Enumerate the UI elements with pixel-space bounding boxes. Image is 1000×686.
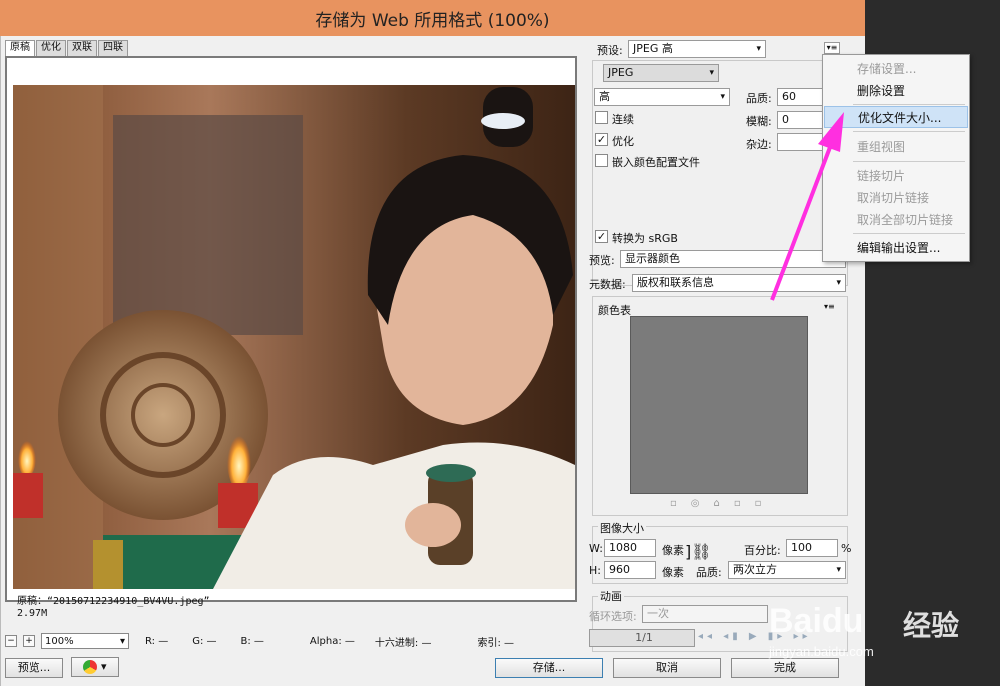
loop-value: 一次 xyxy=(647,607,669,620)
optimized-checkbox[interactable]: ✓ xyxy=(595,133,608,146)
green-readout: G: — xyxy=(192,635,217,647)
resample-label: 品质: xyxy=(696,566,722,579)
image-size-title: 图像大小 xyxy=(598,520,646,536)
width-label: W: xyxy=(589,542,603,555)
height-input[interactable]: 960 xyxy=(604,561,656,579)
chevron-down-icon: ▾ xyxy=(119,635,125,647)
embed-profile-label: 嵌入颜色配置文件 xyxy=(612,156,700,169)
quality-preset-select[interactable]: 高 ▾ xyxy=(594,88,730,106)
format-select[interactable]: JPEG ▾ xyxy=(603,64,719,82)
blue-readout: B: — xyxy=(240,635,264,647)
embed-profile-checkbox[interactable] xyxy=(595,154,608,167)
baidu-watermark: Baidu 经验 jingyan.baidu.com xyxy=(765,598,1000,664)
chevron-down-icon: ▾ xyxy=(756,44,761,54)
menu-save-settings[interactable]: 存储设置... xyxy=(824,58,968,80)
metadata-label: 元数据: xyxy=(589,278,626,291)
width-value: 1080 xyxy=(609,541,637,554)
watermark-brand: Baidu xyxy=(769,602,864,640)
height-unit: 像素 xyxy=(662,566,684,579)
percent-unit: % xyxy=(841,542,852,555)
window-title: 存储为 Web 所用格式 (100%) xyxy=(315,11,550,31)
percent-label: 百分比: xyxy=(744,544,781,557)
hex-readout: 十六进制: — xyxy=(374,637,432,649)
animation-title: 动画 xyxy=(598,588,624,604)
tab-original[interactable]: 原稿 xyxy=(5,40,35,56)
image-preview-frame: 原稿：“20150712234910_BV4VU.jpeg” 2.97M xyxy=(5,56,577,619)
preset-label: 预设: xyxy=(597,44,623,57)
preview-mode-label: 预览: xyxy=(589,254,615,267)
annotation-arrow-icon xyxy=(770,112,844,301)
preview-mode-value: 显示器颜色 xyxy=(625,252,680,265)
zoom-out-button[interactable]: − xyxy=(5,635,17,647)
preview-button[interactable]: 预览... xyxy=(5,658,63,678)
preset-select[interactable]: JPEG 高 ▾ xyxy=(628,40,766,58)
resample-select[interactable]: 两次立方 ▾ xyxy=(728,561,846,579)
quality-input[interactable]: 60 xyxy=(777,88,825,106)
preset-value: JPEG 高 xyxy=(633,42,673,55)
status-bar: − + 100% ▾ R: — G: — B: — Alpha: — 十六进制: … xyxy=(5,632,577,650)
metadata-value: 版权和联系信息 xyxy=(637,276,714,289)
view-tabs: 原稿 优化 双联 四联 xyxy=(5,40,129,56)
convert-srgb-label: 转换为 sRGB xyxy=(612,232,678,245)
chevron-down-icon: ▾ xyxy=(709,68,714,78)
tab-optimized[interactable]: 优化 xyxy=(36,40,66,56)
chevron-down-icon: ▾ xyxy=(720,92,725,102)
color-table[interactable] xyxy=(630,316,808,494)
format-value: JPEG xyxy=(608,66,634,79)
browser-icon xyxy=(83,660,98,674)
settings-menu-button[interactable]: ▾≡ xyxy=(824,42,840,54)
progressive-label: 连续 xyxy=(612,113,634,126)
constrain-proportions-icon[interactable]: ]⛓ xyxy=(685,542,712,561)
color-table-title: 颜色表 xyxy=(598,304,631,317)
height-label: H: xyxy=(589,564,601,577)
image-filesize: 2.97M xyxy=(17,608,48,619)
red-readout: R: — xyxy=(145,635,169,647)
quality-value: 60 xyxy=(782,90,796,103)
optimized-label: 优化 xyxy=(612,135,634,148)
percent-input[interactable]: 100 xyxy=(786,539,838,557)
watermark-brand-cn: 经验 xyxy=(903,609,960,642)
browser-select[interactable]: ▾ xyxy=(71,657,119,677)
width-input[interactable]: 1080 xyxy=(604,539,656,557)
percent-value: 100 xyxy=(791,541,812,554)
index-readout: 索引: — xyxy=(477,637,515,649)
height-value: 960 xyxy=(609,563,630,576)
zoom-select[interactable]: 100% ▾ xyxy=(41,633,129,649)
convert-srgb-checkbox[interactable]: ✓ xyxy=(595,230,608,243)
watermark-url: jingyan.baidu.com xyxy=(769,644,874,659)
image-info: 原稿：“20150712234910_BV4VU.jpeg” 2.97M xyxy=(17,596,210,620)
alpha-readout: Alpha: — xyxy=(309,635,355,647)
title-bar: 存储为 Web 所用格式 (100%) xyxy=(0,0,865,36)
chevron-down-icon: ▾ xyxy=(836,565,841,575)
loop-label: 循环选项: xyxy=(589,610,637,623)
zoom-in-button[interactable]: + xyxy=(23,635,35,647)
chevron-down-icon: ▾ xyxy=(100,660,107,673)
save-for-web-dialog: 原稿 优化 双联 四联 原稿：“20150712234910_BV4VU.jpe… xyxy=(0,36,865,686)
frame-counter: 1/1 xyxy=(589,629,695,647)
zoom-value: 100% xyxy=(45,635,74,647)
image-filename: 原稿：“20150712234910_BV4VU.jpeg” xyxy=(17,596,210,607)
portrait-photo xyxy=(13,85,575,589)
tab-2up[interactable]: 双联 xyxy=(67,40,97,56)
color-table-tools[interactable]: ▫◎⌂▫▫ xyxy=(670,498,775,509)
frame-value: 1/1 xyxy=(635,631,653,644)
tab-4up[interactable]: 四联 xyxy=(98,40,128,56)
menu-separator xyxy=(853,104,965,105)
preview-image[interactable] xyxy=(13,85,575,589)
quality-preset-value: 高 xyxy=(599,90,610,103)
progressive-checkbox[interactable] xyxy=(595,111,608,124)
resample-value: 两次立方 xyxy=(733,563,777,576)
width-unit: 像素 xyxy=(662,544,684,557)
loop-select[interactable]: 一次 xyxy=(642,605,768,623)
menu-delete-settings[interactable]: 删除设置 xyxy=(824,80,968,102)
quality-label: 品质: xyxy=(746,92,772,105)
